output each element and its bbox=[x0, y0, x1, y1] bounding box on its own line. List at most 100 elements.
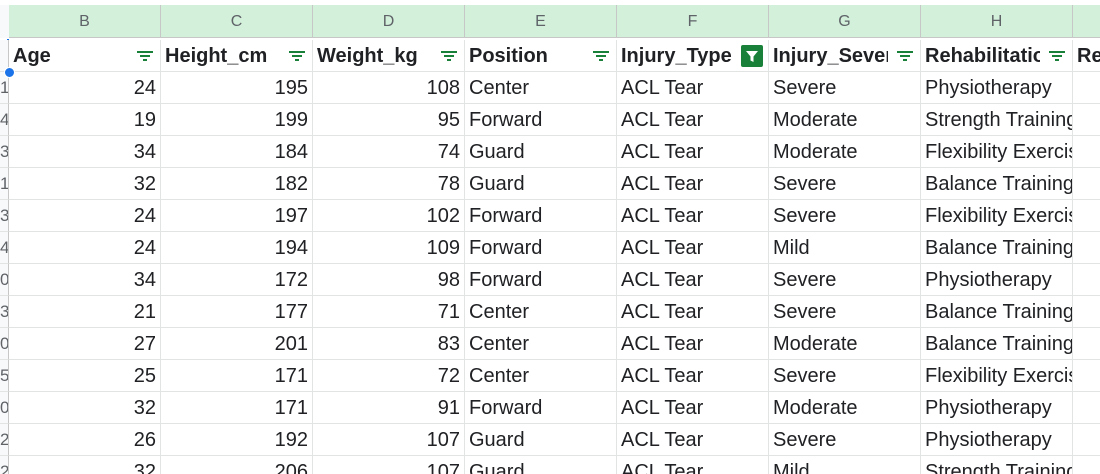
table-cell[interactable]: 34 bbox=[9, 264, 161, 296]
column-letter-partial[interactable] bbox=[1073, 5, 1100, 38]
table-cell[interactable]: 91 bbox=[313, 392, 465, 424]
table-cell[interactable]: Mild bbox=[769, 232, 921, 264]
table-cell[interactable]: Severe bbox=[769, 296, 921, 328]
row-number[interactable]: 5 bbox=[0, 360, 9, 392]
table-cell[interactable]: 21 bbox=[9, 296, 161, 328]
table-cell[interactable]: Severe bbox=[769, 200, 921, 232]
table-cell[interactable]: Guard bbox=[465, 456, 617, 474]
table-cell[interactable]: Moderate bbox=[769, 104, 921, 136]
table-cell[interactable]: 72 bbox=[313, 360, 465, 392]
filter-icon[interactable] bbox=[136, 48, 154, 64]
table-cell[interactable]: Physiotherapy bbox=[921, 392, 1073, 424]
table-cell[interactable]: ACL Tear bbox=[617, 168, 769, 200]
table-cell[interactable]: 98 bbox=[313, 264, 465, 296]
table-cell[interactable]: Strength Training bbox=[921, 104, 1073, 136]
column-letter-e[interactable]: E bbox=[465, 5, 617, 38]
table-cell[interactable]: 182 bbox=[161, 168, 313, 200]
table-cell[interactable]: Center bbox=[465, 72, 617, 104]
column-letter-f[interactable]: F bbox=[617, 5, 769, 38]
table-cell[interactable]: 24 bbox=[9, 232, 161, 264]
table-cell[interactable]: Severe bbox=[769, 264, 921, 296]
table-cell[interactable] bbox=[1073, 264, 1100, 296]
table-cell[interactable]: Forward bbox=[465, 264, 617, 296]
table-cell[interactable]: Flexibility Exercises bbox=[921, 136, 1073, 168]
header-cell-rehabilitatio[interactable]: Rehabilitatio bbox=[921, 40, 1073, 72]
table-cell[interactable]: 24 bbox=[9, 200, 161, 232]
table-cell[interactable]: ACL Tear bbox=[617, 328, 769, 360]
table-cell[interactable]: 177 bbox=[161, 296, 313, 328]
table-cell[interactable]: 24 bbox=[9, 72, 161, 104]
table-cell[interactable]: 107 bbox=[313, 424, 465, 456]
row-number[interactable]: 0 bbox=[0, 328, 9, 360]
table-cell[interactable]: Moderate bbox=[769, 136, 921, 168]
filter-icon[interactable] bbox=[1048, 48, 1066, 64]
column-letter-d[interactable]: D bbox=[313, 5, 465, 38]
table-cell[interactable]: Forward bbox=[465, 200, 617, 232]
table-cell[interactable]: 201 bbox=[161, 328, 313, 360]
selection-fill-handle[interactable] bbox=[4, 67, 15, 78]
table-cell[interactable]: ACL Tear bbox=[617, 104, 769, 136]
filter-icon[interactable] bbox=[440, 48, 458, 64]
table-cell[interactable] bbox=[1073, 200, 1100, 232]
table-cell[interactable]: 32 bbox=[9, 392, 161, 424]
table-cell[interactable]: Balance Training bbox=[921, 232, 1073, 264]
header-cell-age[interactable]: Age bbox=[9, 40, 161, 72]
header-cell-height-cm[interactable]: Height_cm bbox=[161, 40, 313, 72]
filter-icon[interactable] bbox=[288, 48, 306, 64]
header-cell-position[interactable]: Position bbox=[465, 40, 617, 72]
row-number[interactable]: 4 bbox=[0, 104, 9, 136]
table-cell[interactable]: 25 bbox=[9, 360, 161, 392]
header-cell-injury-sever[interactable]: Injury_Sever bbox=[769, 40, 921, 72]
column-letter-h[interactable]: H bbox=[921, 5, 1073, 38]
filter-icon[interactable] bbox=[592, 48, 610, 64]
table-cell[interactable] bbox=[1073, 392, 1100, 424]
table-cell[interactable]: 109 bbox=[313, 232, 465, 264]
table-cell[interactable]: 26 bbox=[9, 424, 161, 456]
table-cell[interactable]: Moderate bbox=[769, 328, 921, 360]
header-cell-re[interactable]: Re bbox=[1073, 40, 1100, 72]
table-cell[interactable]: 171 bbox=[161, 360, 313, 392]
table-cell[interactable]: Flexibility Exercises bbox=[921, 360, 1073, 392]
table-cell[interactable]: 32 bbox=[9, 456, 161, 474]
table-cell[interactable]: Center bbox=[465, 296, 617, 328]
table-cell[interactable]: ACL Tear bbox=[617, 456, 769, 474]
table-cell[interactable]: Center bbox=[465, 360, 617, 392]
table-cell[interactable]: 172 bbox=[161, 264, 313, 296]
table-cell[interactable]: ACL Tear bbox=[617, 200, 769, 232]
table-cell[interactable] bbox=[1073, 72, 1100, 104]
filter-active-icon[interactable] bbox=[741, 45, 763, 67]
row-number[interactable]: 1 bbox=[0, 168, 9, 200]
row-number[interactable]: 0 bbox=[0, 264, 9, 296]
table-cell[interactable]: 184 bbox=[161, 136, 313, 168]
row-number[interactable]: 3 bbox=[0, 296, 9, 328]
table-cell[interactable]: Forward bbox=[465, 104, 617, 136]
row-number[interactable]: 3 bbox=[0, 136, 9, 168]
table-cell[interactable] bbox=[1073, 424, 1100, 456]
row-number[interactable]: 2 bbox=[0, 424, 9, 456]
table-cell[interactable]: 192 bbox=[161, 424, 313, 456]
table-cell[interactable]: ACL Tear bbox=[617, 136, 769, 168]
table-cell[interactable]: 195 bbox=[161, 72, 313, 104]
table-cell[interactable]: Balance Training bbox=[921, 168, 1073, 200]
table-cell[interactable]: 197 bbox=[161, 200, 313, 232]
table-cell[interactable]: Flexibility Exercises bbox=[921, 200, 1073, 232]
table-cell[interactable]: 74 bbox=[313, 136, 465, 168]
table-cell[interactable]: 78 bbox=[313, 168, 465, 200]
table-cell[interactable]: 102 bbox=[313, 200, 465, 232]
table-cell[interactable]: 199 bbox=[161, 104, 313, 136]
table-cell[interactable]: ACL Tear bbox=[617, 232, 769, 264]
table-cell[interactable]: Moderate bbox=[769, 392, 921, 424]
row-number[interactable]: 3 bbox=[0, 200, 9, 232]
table-cell[interactable] bbox=[1073, 456, 1100, 474]
table-cell[interactable]: Center bbox=[465, 328, 617, 360]
table-cell[interactable]: ACL Tear bbox=[617, 392, 769, 424]
table-cell[interactable]: ACL Tear bbox=[617, 360, 769, 392]
table-cell[interactable]: 171 bbox=[161, 392, 313, 424]
table-cell[interactable]: 107 bbox=[313, 456, 465, 474]
table-cell[interactable]: Guard bbox=[465, 168, 617, 200]
column-letter-c[interactable]: C bbox=[161, 5, 313, 38]
table-cell[interactable]: 19 bbox=[9, 104, 161, 136]
row-number[interactable]: 2 bbox=[0, 456, 9, 474]
table-cell[interactable]: Severe bbox=[769, 360, 921, 392]
header-cell-weight-kg[interactable]: Weight_kg bbox=[313, 40, 465, 72]
